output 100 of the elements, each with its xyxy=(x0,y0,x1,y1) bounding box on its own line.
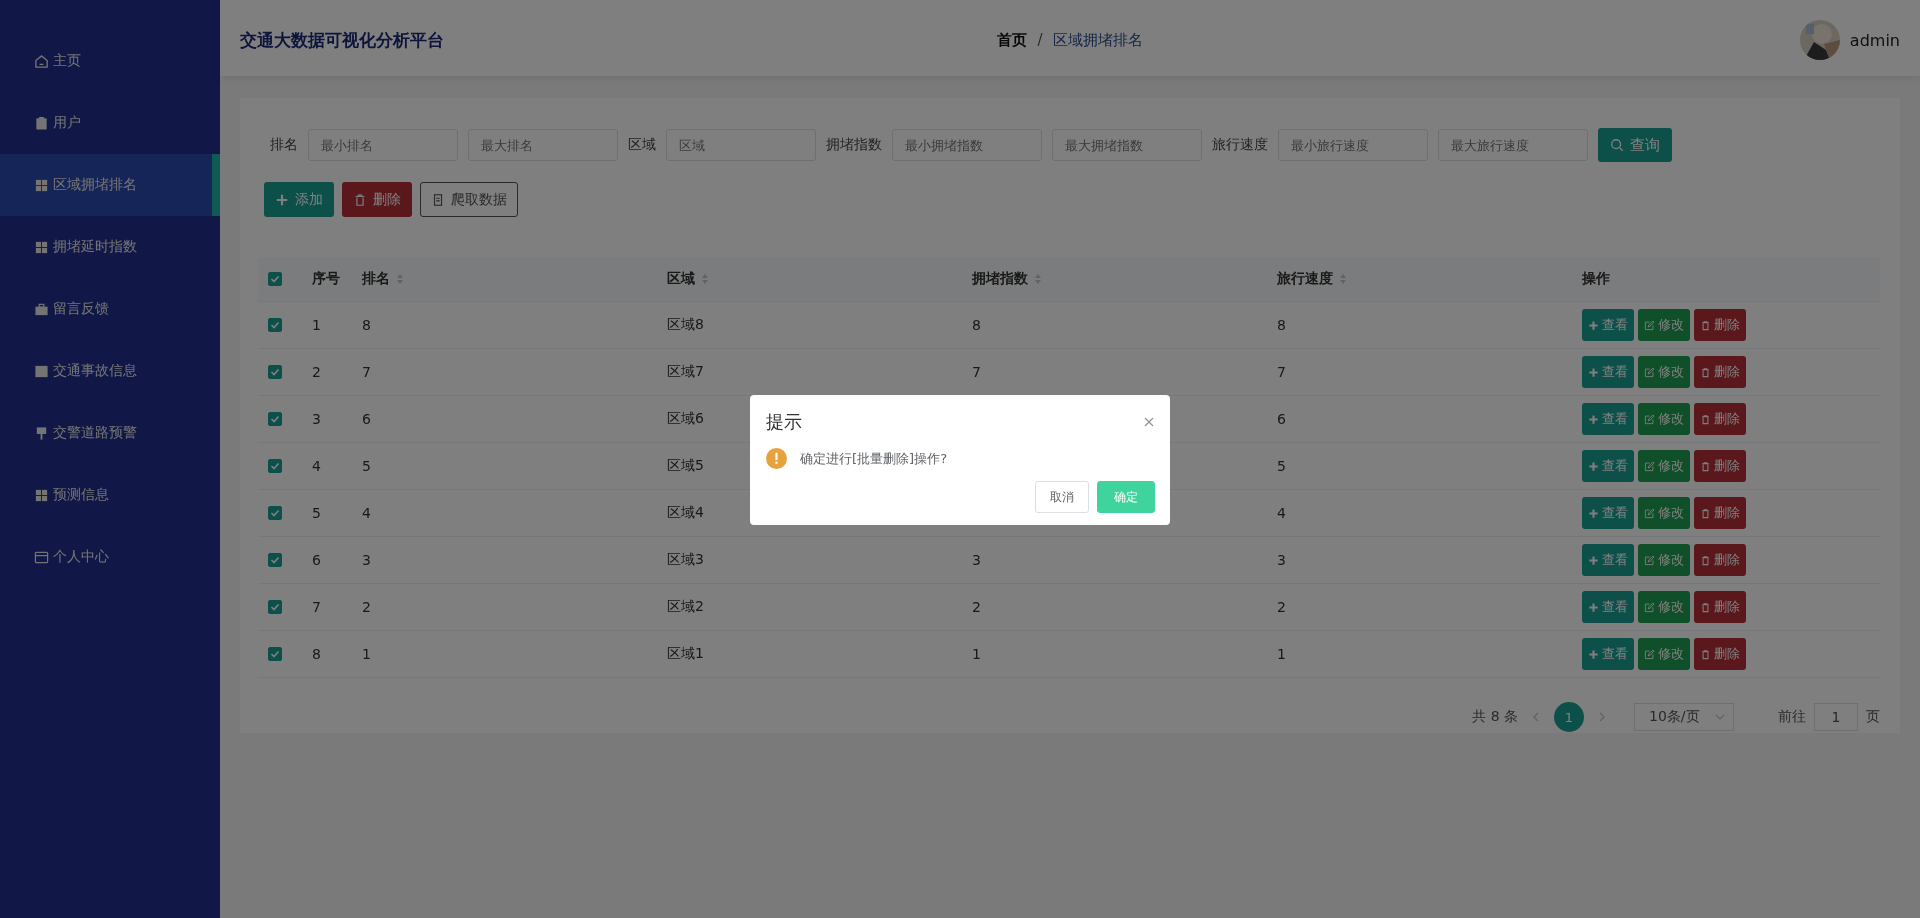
filter-field[interactable]: 最小排名 xyxy=(308,129,458,161)
view-button[interactable]: 查看 xyxy=(1582,450,1634,482)
delete-button[interactable]: 删除 xyxy=(1694,544,1746,576)
view-button[interactable]: 查看 xyxy=(1582,591,1634,623)
next-page-icon[interactable] xyxy=(1598,711,1606,723)
delete-button[interactable]: 删除 xyxy=(1694,638,1746,670)
filter-field[interactable]: 区域 xyxy=(666,129,816,161)
edit-icon xyxy=(1644,319,1655,331)
delete-button[interactable]: 删除 xyxy=(1694,309,1746,341)
breadcrumb-item[interactable]: 首页 xyxy=(997,30,1028,50)
check-icon xyxy=(269,460,281,472)
edit-button[interactable]: 修改 xyxy=(1638,403,1690,435)
trash-icon xyxy=(1700,460,1711,472)
edit-button[interactable]: 修改 xyxy=(1638,544,1690,576)
breadcrumb-item: 区域拥堵排名 xyxy=(1052,30,1143,50)
edit-button[interactable]: 修改 xyxy=(1638,450,1690,482)
table-cell: 8 xyxy=(362,317,371,333)
view-button[interactable]: 查看 xyxy=(1582,309,1634,341)
user-name[interactable]: admin xyxy=(1849,30,1900,50)
page-suffix: 页 xyxy=(1866,708,1880,726)
table-cell: 1 xyxy=(972,646,981,662)
column-header[interactable]: 拥堵指数 xyxy=(972,270,1042,288)
sidebar-item[interactable]: 拥堵延时指数 xyxy=(0,216,220,278)
row-checkbox[interactable] xyxy=(268,459,282,473)
delete-button[interactable]: 删除 xyxy=(1694,403,1746,435)
column-header[interactable]: 区域 xyxy=(667,270,709,288)
table-cell: 区域1 xyxy=(667,645,704,663)
table-cell: 2 xyxy=(362,599,371,615)
page-number-field[interactable]: 1 xyxy=(1814,703,1858,731)
trash-icon xyxy=(1700,319,1711,331)
close-icon[interactable] xyxy=(1143,416,1155,428)
sidebar-item[interactable]: 个人中心 xyxy=(0,526,220,588)
sidebar-item[interactable]: 主页 xyxy=(0,30,220,92)
table-cell: 1 xyxy=(312,317,321,333)
table-cell: 8 xyxy=(312,646,321,662)
edit-button[interactable]: 修改 xyxy=(1638,591,1690,623)
row-checkbox[interactable] xyxy=(268,553,282,567)
filter-field[interactable]: 最大排名 xyxy=(468,129,618,161)
delete-button[interactable]: 删除 xyxy=(342,182,412,217)
view-button[interactable]: 查看 xyxy=(1582,544,1634,576)
sidebar-item[interactable]: 留言反馈 xyxy=(0,278,220,340)
sort-icon[interactable] xyxy=(396,273,404,285)
row-checkbox[interactable] xyxy=(268,506,282,520)
sort-icon[interactable] xyxy=(1339,273,1347,285)
table-cell: 6 xyxy=(312,552,321,568)
search-button[interactable]: 查询 xyxy=(1598,128,1672,162)
sort-icon[interactable] xyxy=(701,273,709,285)
view-button[interactable]: 查看 xyxy=(1582,356,1634,388)
row-checkbox[interactable] xyxy=(268,412,282,426)
view-button[interactable]: 查看 xyxy=(1582,497,1634,529)
previous-page-icon[interactable] xyxy=(1532,711,1540,723)
filter-field[interactable]: 最大拥堵指数 xyxy=(1052,129,1202,161)
column-header[interactable]: 排名 xyxy=(362,270,404,288)
cancel-button[interactable]: 取消 xyxy=(1035,481,1089,513)
check-icon xyxy=(269,319,281,331)
page-size-select[interactable]: 10条/页 xyxy=(1634,703,1734,731)
sidebar-item[interactable]: 区域拥堵排名 xyxy=(0,154,220,216)
plus-icon xyxy=(1588,601,1599,613)
delete-button[interactable]: 删除 xyxy=(1694,356,1746,388)
clipboard-icon xyxy=(34,115,49,131)
view-button[interactable]: 查看 xyxy=(1582,403,1634,435)
grid-icon xyxy=(34,487,49,503)
row-checkbox[interactable] xyxy=(268,647,282,661)
row-checkbox[interactable] xyxy=(268,365,282,379)
table-cell: 3 xyxy=(362,552,371,568)
column-header[interactable]: 旅行速度 xyxy=(1277,270,1347,288)
filter-field[interactable]: 最小旅行速度 xyxy=(1278,129,1428,161)
filter-field[interactable]: 最大旅行速度 xyxy=(1438,129,1588,161)
home-icon xyxy=(34,53,49,69)
plus-icon xyxy=(1588,319,1599,331)
edit-button[interactable]: 修改 xyxy=(1638,497,1690,529)
filter-field[interactable]: 最小拥堵指数 xyxy=(892,129,1042,161)
sidebar-item[interactable]: 预测信息 xyxy=(0,464,220,526)
select-all-checkbox[interactable] xyxy=(268,272,282,286)
edit-button[interactable]: 修改 xyxy=(1638,638,1690,670)
row-checkbox[interactable] xyxy=(268,318,282,332)
delete-button[interactable]: 删除 xyxy=(1694,497,1746,529)
sidebar-item[interactable]: 交通事故信息 xyxy=(0,340,220,402)
edit-button[interactable]: 修改 xyxy=(1638,356,1690,388)
edit-button[interactable]: 修改 xyxy=(1638,309,1690,341)
view-button[interactable]: 查看 xyxy=(1582,638,1634,670)
trash-icon xyxy=(1700,554,1711,566)
edit-icon xyxy=(1644,366,1655,378)
delete-button[interactable]: 删除 xyxy=(1694,450,1746,482)
sidebar-item[interactable]: 交警道路预警 xyxy=(0,402,220,464)
delete-button[interactable]: 删除 xyxy=(1694,591,1746,623)
table-cell: 区域7 xyxy=(667,363,704,381)
total-count: 共 8 条 xyxy=(1472,708,1518,726)
table-cell: 2 xyxy=(312,364,321,380)
crawl-button[interactable]: 爬取数据 xyxy=(420,182,518,217)
add-button[interactable]: 添加 xyxy=(264,182,334,217)
plus-icon xyxy=(275,192,289,207)
edit-icon xyxy=(1644,648,1655,660)
row-checkbox[interactable] xyxy=(268,600,282,614)
plus-icon xyxy=(1588,554,1599,566)
check-icon xyxy=(269,554,281,566)
page-button[interactable]: 1 xyxy=(1554,702,1584,732)
sidebar-item[interactable]: 用户 xyxy=(0,92,220,154)
confirm-button[interactable]: 确定 xyxy=(1097,481,1155,513)
sort-icon[interactable] xyxy=(1034,273,1042,285)
